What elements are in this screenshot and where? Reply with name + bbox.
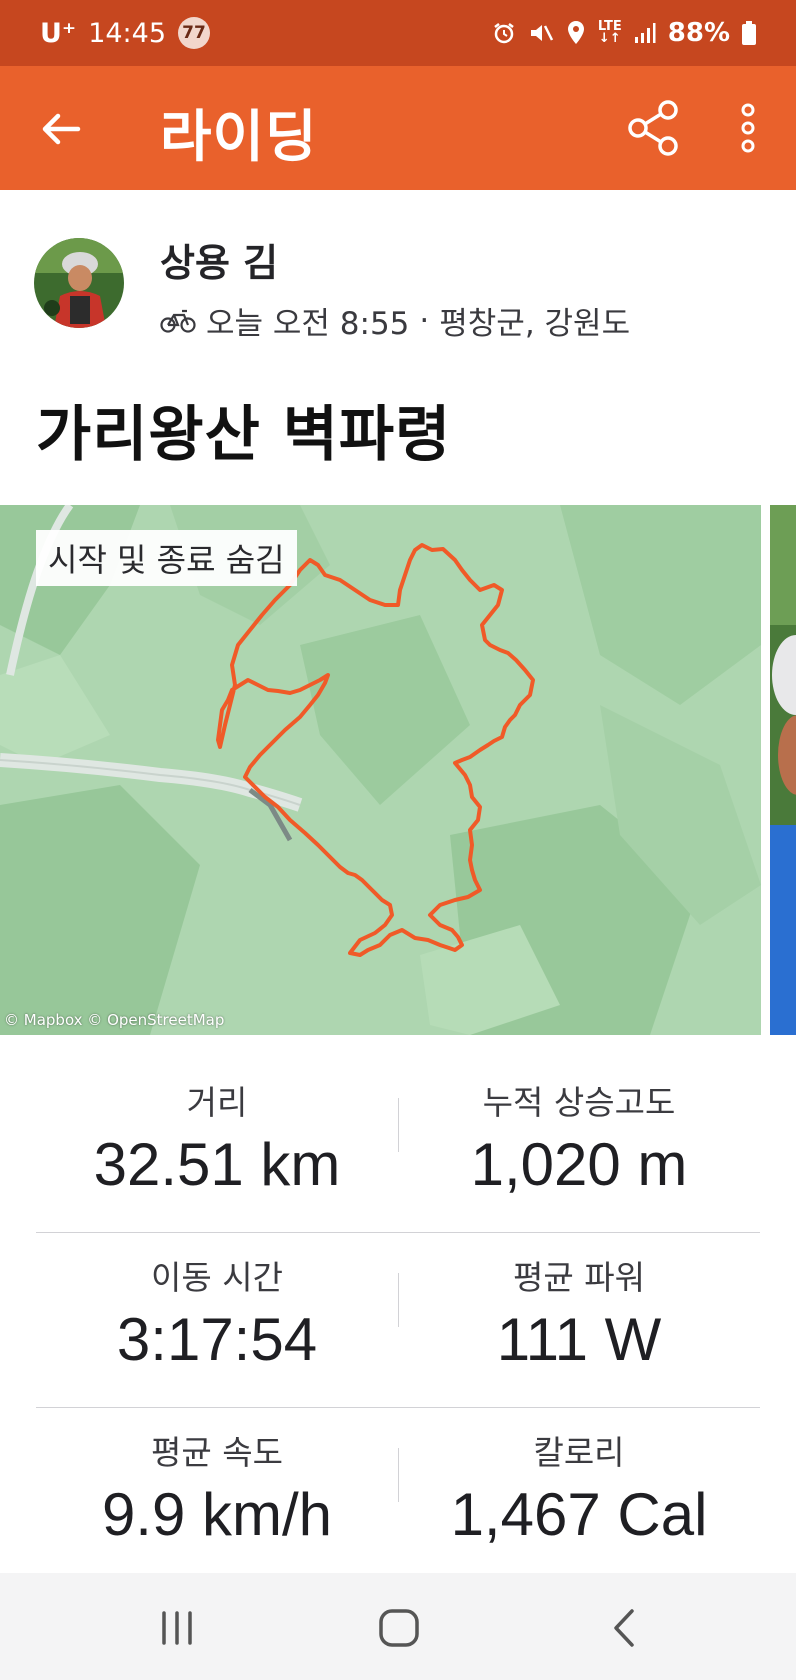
- activity-title: 가리왕산 벽파령: [36, 400, 452, 470]
- stat-label: 누적 상승고도: [482, 1083, 676, 1122]
- activity-datetime: 오늘 오전 8:55: [206, 306, 410, 342]
- system-nav-bar: [0, 1573, 796, 1680]
- stat-label: 평균 파워: [513, 1258, 645, 1297]
- back-arrow-icon[interactable]: [38, 106, 84, 152]
- hide-start-end-toggle[interactable]: 시작 및 종료 숨김: [36, 530, 297, 586]
- app-bar: 라이딩: [0, 66, 796, 190]
- stat-value: 111 W: [496, 1306, 662, 1373]
- status-bar: U⁺ 14:45 77 LTE ↓↑ 88%: [0, 0, 796, 66]
- stats-row: 거리 32.51 km 누적 상승고도 1,020 m: [36, 1058, 760, 1233]
- status-left: U⁺ 14:45 77: [40, 17, 210, 49]
- activity-photo-thumbnail[interactable]: [770, 505, 796, 1035]
- avatar[interactable]: [34, 238, 124, 328]
- stat-value: 1,020 m: [470, 1131, 688, 1198]
- stat-average-power: 평균 파워 111 W: [398, 1251, 760, 1374]
- stat-label: 칼로리: [533, 1433, 625, 1472]
- battery-percent: 88%: [667, 18, 730, 48]
- stat-label: 이동 시간: [151, 1258, 283, 1297]
- stat-average-speed: 평균 속도 9.9 km/h: [36, 1426, 398, 1549]
- stat-value: 32.51 km: [93, 1131, 341, 1198]
- map-attribution: © Mapbox © OpenStreetMap: [4, 1011, 225, 1029]
- activity-location: 평창군, 강원도: [439, 306, 631, 342]
- stats-grid: 거리 32.51 km 누적 상승고도 1,020 m 이동 시간 3:17:5…: [36, 1058, 760, 1583]
- page-title: 라이딩: [160, 105, 318, 170]
- battery-icon: [742, 21, 756, 45]
- avatar-photo: [34, 238, 124, 328]
- signal-icon: [634, 23, 656, 43]
- meta-separator: ·: [419, 302, 430, 339]
- carrier-label: U⁺: [40, 17, 77, 49]
- stat-moving-time: 이동 시간 3:17:54: [36, 1251, 398, 1374]
- mute-icon: [530, 25, 553, 41]
- stat-value: 9.9 km/h: [101, 1481, 333, 1548]
- stat-label: 평균 속도: [151, 1433, 283, 1472]
- back-nav-icon[interactable]: [600, 1603, 650, 1653]
- stat-value: 3:17:54: [116, 1306, 318, 1373]
- notification-count-badge: 77: [178, 17, 210, 49]
- athlete-name[interactable]: 상용 김: [160, 232, 278, 287]
- share-icon[interactable]: [624, 98, 684, 158]
- recent-apps-icon[interactable]: [152, 1603, 202, 1653]
- photo-preview: [770, 505, 796, 1035]
- stat-label: 거리: [186, 1083, 248, 1122]
- network-type: LTE ↓↑: [597, 19, 622, 46]
- stat-value: 1,467 Cal: [450, 1481, 708, 1548]
- bike-icon: [160, 309, 196, 333]
- stat-distance: 거리 32.51 km: [36, 1076, 398, 1199]
- alarm-icon: [494, 23, 514, 44]
- activity-meta: 오늘 오전 8:55 · 평창군, 강원도: [160, 298, 630, 343]
- stats-row: 이동 시간 3:17:54 평균 파워 111 W: [36, 1233, 760, 1408]
- location-icon: [567, 21, 584, 44]
- status-right: LTE ↓↑ 88%: [492, 18, 756, 48]
- home-icon[interactable]: [374, 1603, 424, 1653]
- stat-calories: 칼로리 1,467 Cal: [398, 1426, 760, 1549]
- stats-row: 평균 속도 9.9 km/h 칼로리 1,467 Cal: [36, 1408, 760, 1583]
- more-vertical-icon[interactable]: [728, 100, 768, 156]
- clock: 14:45: [88, 17, 166, 49]
- stat-elevation-gain: 누적 상승고도 1,020 m: [398, 1076, 760, 1199]
